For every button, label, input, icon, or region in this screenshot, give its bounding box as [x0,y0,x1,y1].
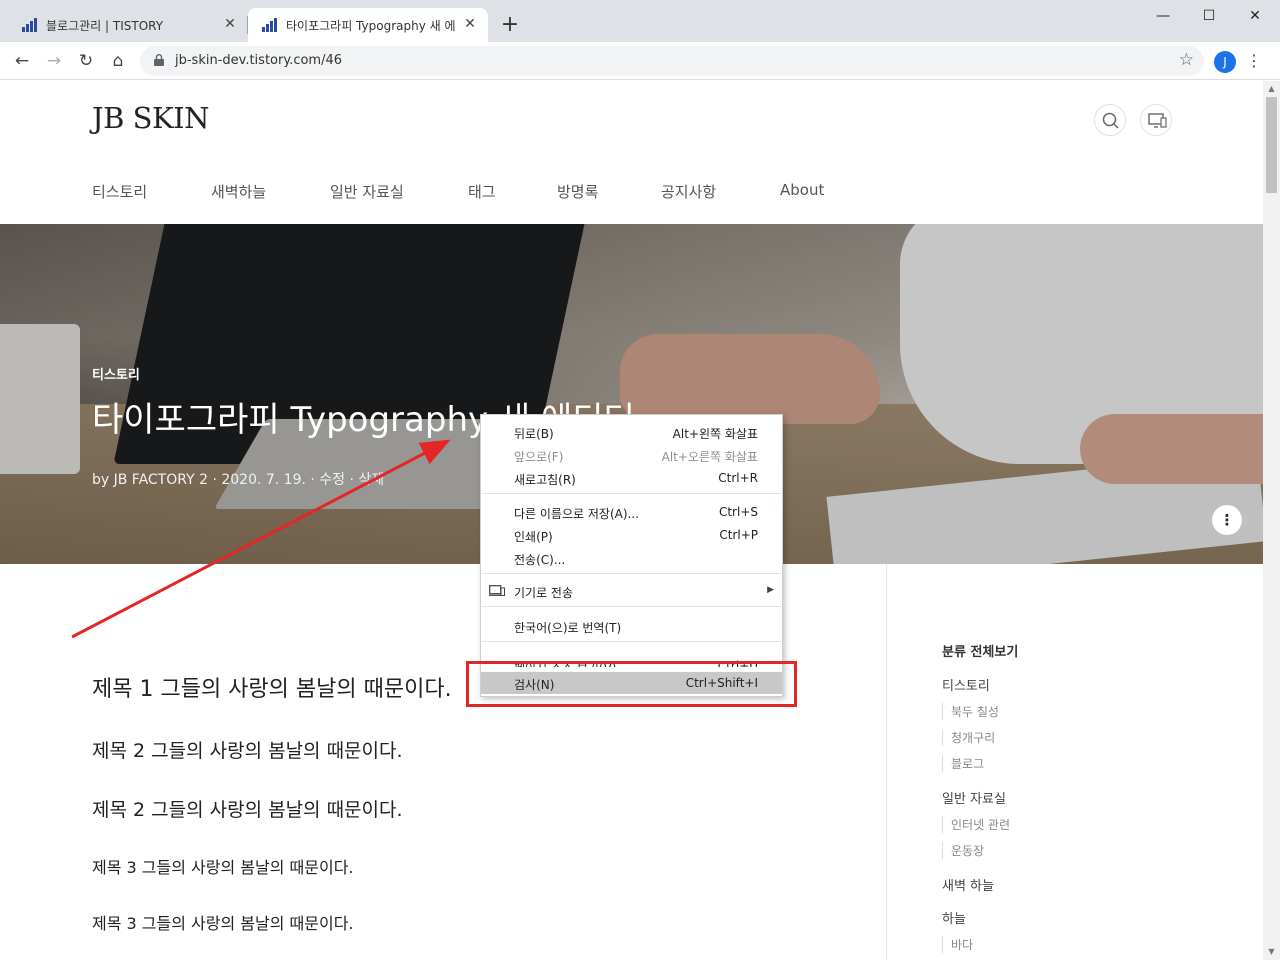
heading-2: 제목 2 그들의 사랑의 봄날의 때문이다. [92,799,403,821]
menu-item-translate[interactable]: 한국어(으)로 번역(T) [481,615,782,637]
page-scrollbar[interactable]: ▲ ▼ [1263,81,1280,960]
menu-item-forward[interactable]: 앞으로(F) Alt+오른쪽 화살표 [481,444,782,466]
browser-menu-icon[interactable]: ⋮ [1246,51,1262,73]
menu-item-shortcut: Alt+오른쪽 화살표 [661,450,758,464]
heading-3: 제목 3 그들의 사랑의 봄날의 때문이다. [92,914,354,933]
sidebar-category[interactable]: 새벽 하늘 [942,875,994,894]
submenu-arrow-icon: ▶ [767,585,774,595]
window-close-button[interactable]: ✕ [1232,4,1278,28]
device-mode-button[interactable] [1140,104,1172,136]
tab-close-icon[interactable]: ✕ [222,16,238,32]
nav-item-tags[interactable]: 태그 [468,181,496,202]
menu-item-shortcut: Ctrl+P [719,528,758,542]
menu-item-shortcut: Ctrl+S [718,505,758,519]
menu-item-shortcut: Alt+왼쪽 화살표 [672,427,758,441]
search-button[interactable] [1094,104,1126,136]
sidebar-subcategory[interactable]: 청개구리 [942,729,995,746]
browser-tab-typography[interactable]: 타이포그라피 Typography 새 에 ✕ [248,8,488,42]
post-category[interactable]: 티스토리 [92,364,140,383]
scroll-down-arrow-icon[interactable]: ▼ [1263,946,1280,958]
nav-item-general-archive[interactable]: 일반 자료실 [330,181,404,202]
sidebar-category[interactable]: 하늘 [942,908,966,927]
menu-item-send-to-device[interactable]: 기기로 전송 ▶ [481,580,782,602]
tab-close-icon[interactable]: ✕ [462,16,478,32]
sidebar-divider [886,564,887,960]
window-minimize-button[interactable]: — [1140,4,1186,28]
menu-separator [482,573,781,574]
menu-separator [482,641,781,642]
menu-item-print[interactable]: 인쇄(P) Ctrl+P [481,524,782,546]
sidebar-subcategory[interactable]: 블로그 [942,755,984,772]
menu-item-cast[interactable]: 전송(C)... [481,547,782,569]
home-icon[interactable]: ⌂ [106,49,130,73]
address-bar[interactable]: jb-skin-dev.tistory.com/46 ☆ [140,46,1204,76]
menu-separator [482,493,781,494]
scroll-thumb[interactable] [1266,97,1277,193]
sidebar-subcategory[interactable]: 인터넷 관련 [942,816,1010,833]
url-text[interactable]: jb-skin-dev.tistory.com/46 [175,53,342,68]
menu-item-label: 기기로 전송 [514,586,574,600]
menu-item-save-as[interactable]: 다른 이름으로 저장(A)... Ctrl+S [481,501,782,523]
sidebar-category[interactable]: 일반 자료실 [942,788,1006,807]
forward-arrow-icon[interactable]: → [42,49,66,73]
menu-separator [482,606,781,607]
post-meta: by JB FACTORY 2 · 2020. 7. 19. · 수정 · 삭제 [92,472,385,488]
lock-icon[interactable] [154,54,164,66]
menu-item-back[interactable]: 뒤로(B) Alt+왼쪽 화살표 [481,421,782,443]
sidebar-subcategory[interactable]: 운동장 [942,842,984,859]
site-logo[interactable]: JB SKIN [92,101,210,135]
nav-item-dawn-sky[interactable]: 새벽하늘 [211,181,266,202]
menu-item-label: 앞으로(F) [514,450,564,464]
heading-3: 제목 3 그들의 사랑의 봄날의 때문이다. [92,858,354,877]
menu-item-label: 전송(C)... [514,553,566,567]
tab-title: 타이포그라피 Typography 새 에 [286,19,456,33]
sidebar-title[interactable]: 분류 전체보기 [942,641,1018,660]
menu-item-label: 한국어(으)로 번역(T) [514,621,622,635]
tistory-favicon-icon [262,18,278,32]
menu-item-label: 인쇄(P) [514,530,553,544]
browser-tab-blog-admin[interactable]: 블로그관리 | TISTORY ✕ [8,8,248,42]
devices-icon [1148,113,1167,128]
heading-2: 제목 2 그들의 사랑의 봄날의 때문이다. [92,740,403,762]
post-more-options-button[interactable]: ⋮ [1212,505,1242,535]
reload-icon[interactable]: ↻ [74,49,98,73]
menu-item-reload[interactable]: 새로고침(R) Ctrl+R [481,467,782,489]
nav-item-guestbook[interactable]: 방명록 [557,181,598,202]
browser-toolbar: ← → ↻ ⌂ jb-skin-dev.tistory.com/46 ☆ J ⋮ [0,42,1280,80]
search-icon [1102,112,1119,129]
heading-1: 제목 1 그들의 사랑의 봄날의 때문이다. [92,677,452,702]
sidebar-subcategory[interactable]: 바다 [942,936,973,953]
bookmark-star-icon[interactable]: ☆ [1179,50,1194,70]
tistory-favicon-icon [22,18,38,32]
menu-item-label: 새로고침(R) [514,473,576,487]
profile-avatar[interactable]: J [1214,51,1236,73]
nav-item-notice[interactable]: 공지사항 [661,181,716,202]
browser-tab-strip: 블로그관리 | TISTORY ✕ 타이포그라피 Typography 새 에 … [0,0,1280,42]
window-maximize-button[interactable]: ☐ [1186,4,1232,28]
new-tab-button[interactable]: + [498,14,522,38]
nav-item-about[interactable]: About [780,181,824,199]
scroll-up-arrow-icon[interactable]: ▲ [1263,83,1280,95]
annotation-highlight-box [466,661,797,707]
back-arrow-icon[interactable]: ← [10,49,34,73]
nav-item-tistory[interactable]: 티스토리 [92,181,147,202]
menu-item-label: 다른 이름으로 저장(A)... [514,507,639,521]
tab-title: 블로그관리 | TISTORY [46,19,164,33]
sidebar-subcategory[interactable]: 북두 칠성 [942,703,999,720]
cast-device-icon [489,585,505,596]
menu-item-label: 뒤로(B) [514,427,554,441]
context-menu: 뒤로(B) Alt+왼쪽 화살표 앞으로(F) Alt+오른쪽 화살표 새로고침… [480,414,783,697]
sidebar-category[interactable]: 티스토리 [942,675,990,694]
menu-item-shortcut: Ctrl+R [718,471,758,485]
